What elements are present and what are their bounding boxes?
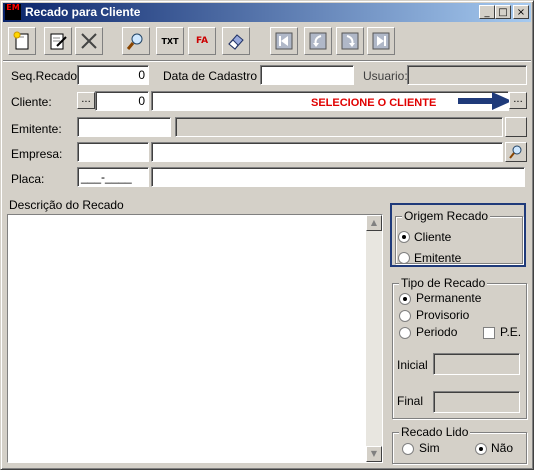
tipo-permanente-label[interactable]: Permanente (416, 291, 481, 305)
edit-button[interactable] (44, 27, 72, 55)
tipo-periodo-radio[interactable] (399, 327, 411, 339)
previous-record-icon (309, 32, 327, 50)
empresa-search-button[interactable] (505, 142, 527, 162)
cliente-code-field[interactable]: 0 (95, 91, 149, 111)
erase-icon (228, 34, 244, 50)
lido-title: Recado Lido (399, 425, 471, 439)
origem-emitente-radio[interactable] (398, 252, 410, 264)
lido-nao-radio[interactable] (475, 443, 487, 455)
emitente-lookup-button[interactable] (505, 117, 527, 137)
next-record-button[interactable] (336, 27, 364, 55)
lido-nao-label[interactable]: Não (491, 441, 513, 455)
search-icon (509, 145, 522, 159)
origem-emitente-label[interactable]: Emitente (414, 251, 461, 265)
first-record-icon (275, 32, 293, 50)
lido-sim-label[interactable]: Sim (419, 441, 440, 455)
font-icon: FA (195, 36, 209, 46)
delete-button[interactable] (75, 27, 103, 55)
seq-field[interactable]: 0 (77, 65, 149, 85)
placa-description-field[interactable] (151, 167, 525, 187)
placa-label: Placa: (11, 172, 45, 186)
emitente-name-field (175, 117, 503, 137)
font-button[interactable]: FA (188, 27, 216, 55)
final-label: Final (397, 394, 424, 408)
seq-label: Seq.Recado (11, 69, 78, 83)
cliente-browse-button[interactable]: ... (77, 92, 95, 109)
inicial-field (433, 353, 520, 375)
empresa-code-field[interactable] (77, 142, 149, 162)
data-cadastro-field[interactable] (260, 65, 354, 85)
txt-export-button[interactable]: TXT (156, 27, 184, 55)
last-record-button[interactable] (367, 27, 395, 55)
origem-cliente-label[interactable]: Cliente (414, 230, 451, 244)
pe-label[interactable]: P.E. (500, 325, 521, 339)
search-button[interactable] (122, 27, 150, 55)
select-client-hint: SELECIONE O CLIENTE (311, 97, 437, 109)
window-title: Recado para Cliente (25, 5, 141, 19)
data-cadastro-label: Data de Cadastro : (163, 69, 264, 83)
placa-field[interactable]: ___-____ (77, 167, 149, 187)
tipo-periodo-label[interactable]: Periodo (416, 325, 457, 339)
cliente-lookup-button[interactable]: ... (509, 92, 527, 109)
edit-icon (50, 33, 67, 50)
tipo-title: Tipo de Recado (399, 276, 488, 290)
inicial-label: Inicial (397, 358, 428, 372)
app-icon: EM (5, 4, 21, 20)
erase-button[interactable] (222, 27, 250, 55)
final-field (433, 391, 520, 413)
pe-checkbox[interactable] (483, 327, 495, 339)
next-record-icon (341, 32, 359, 50)
minimize-button[interactable]: _ (479, 5, 495, 19)
descricao-memo[interactable]: ▲ ▼ (7, 214, 383, 463)
toolbar-divider (3, 60, 531, 62)
emitente-code-field[interactable] (77, 117, 171, 137)
empresa-label: Empresa: (11, 147, 63, 161)
main-window: EM Recado para Cliente _ □ × TXT FA Seq.… (0, 0, 534, 470)
first-record-button[interactable] (270, 27, 298, 55)
tipo-permanente-radio[interactable] (399, 293, 411, 305)
new-button[interactable] (8, 27, 36, 55)
empresa-name-field[interactable] (151, 142, 503, 162)
tipo-provisorio-radio[interactable] (399, 310, 411, 322)
tipo-provisorio-label[interactable]: Provisorio (416, 308, 469, 322)
close-button[interactable]: × (513, 5, 529, 19)
descricao-label: Descrição do Recado (9, 198, 124, 212)
delete-icon (81, 33, 97, 49)
previous-record-button[interactable] (304, 27, 332, 55)
usuario-field (407, 65, 527, 85)
last-record-icon (372, 32, 390, 50)
hint-arrow-icon (458, 92, 512, 110)
title-bar[interactable]: EM Recado para Cliente _ □ × (3, 3, 531, 22)
descricao-scrollbar[interactable]: ▲ ▼ (366, 215, 382, 462)
usuario-label: Usuario: (363, 69, 408, 83)
maximize-button[interactable]: □ (495, 5, 511, 19)
origem-cliente-radio[interactable] (398, 231, 410, 243)
cliente-label: Cliente: (11, 95, 52, 109)
new-icon (13, 31, 29, 50)
origem-title: Origem Recado (402, 209, 491, 223)
scroll-down-button[interactable]: ▼ (366, 446, 382, 462)
search-icon (126, 33, 143, 50)
txt-export-icon: TXT (161, 36, 179, 46)
lido-sim-radio[interactable] (402, 443, 414, 455)
emitente-label: Emitente: (11, 122, 62, 136)
scroll-up-button[interactable]: ▲ (366, 215, 382, 231)
